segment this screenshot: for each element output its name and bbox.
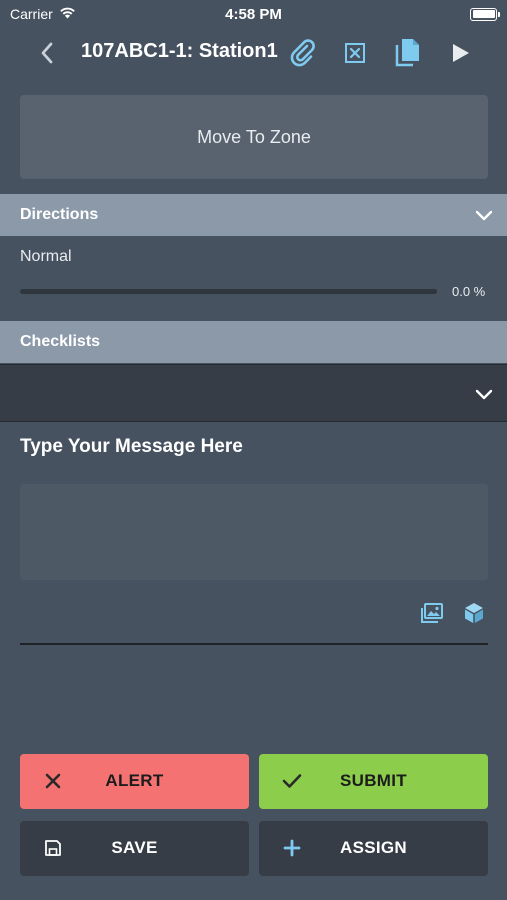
wifi-icon xyxy=(59,6,76,22)
directions-header-label: Directions xyxy=(20,206,99,223)
message-divider xyxy=(20,643,488,645)
page-title: 107ABC1-1: Station1 xyxy=(81,40,278,62)
chevron-down-icon[interactable] xyxy=(473,205,495,225)
checkmark-icon xyxy=(281,770,303,792)
move-to-zone-button[interactable]: Move To Zone xyxy=(20,95,488,179)
close-icon xyxy=(42,770,64,792)
back-chevron-icon[interactable] xyxy=(34,40,60,66)
save-button[interactable]: SAVE xyxy=(20,821,249,876)
checklist-dropdown[interactable] xyxy=(0,364,507,422)
carrier-label: Carrier xyxy=(10,6,53,22)
message-input[interactable] xyxy=(20,484,488,580)
checklists-header: Checklists xyxy=(0,321,507,363)
chevron-down-icon[interactable] xyxy=(473,384,495,404)
message-title: Type Your Message Here xyxy=(20,436,243,457)
battery-icon xyxy=(470,7,500,21)
plus-icon xyxy=(281,837,303,859)
alert-button-label: ALERT xyxy=(105,771,164,790)
submit-button[interactable]: SUBMIT xyxy=(259,754,488,809)
floppy-disk-icon xyxy=(42,837,64,859)
direction-progress-bar xyxy=(20,289,437,294)
directions-header[interactable]: Directions xyxy=(0,194,507,236)
checklists-header-label: Checklists xyxy=(20,333,101,350)
status-left: Carrier xyxy=(10,6,76,22)
alert-button[interactable]: ALERT xyxy=(20,754,249,809)
status-bar: Carrier 4:58 PM xyxy=(0,0,507,28)
copy-icon[interactable] xyxy=(392,37,424,69)
status-time: 4:58 PM xyxy=(225,5,282,23)
play-icon[interactable] xyxy=(444,37,476,69)
assign-button[interactable]: ASSIGN xyxy=(259,821,488,876)
nav-bar: 107ABC1-1: Station1 xyxy=(0,28,507,78)
cube-icon[interactable] xyxy=(461,600,487,626)
excel-icon[interactable] xyxy=(339,37,371,69)
paperclip-icon[interactable] xyxy=(287,37,319,69)
progress-percent: 0.0 % xyxy=(452,284,486,299)
save-button-label: SAVE xyxy=(111,838,158,857)
submit-button-label: SUBMIT xyxy=(340,771,407,790)
assign-button-label: ASSIGN xyxy=(340,838,407,857)
direction-value: Normal xyxy=(20,248,72,265)
image-gallery-icon[interactable] xyxy=(419,600,445,626)
